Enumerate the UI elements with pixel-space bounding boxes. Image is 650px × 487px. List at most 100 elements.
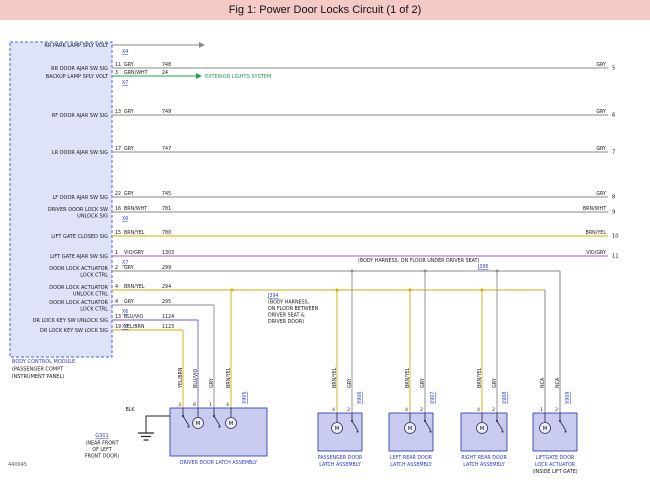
circuit-number: 295	[162, 299, 171, 305]
drop-color-label: GRY	[209, 378, 215, 388]
rf-door-ajar-sw-sig-label: RF DOOR AJAR SW SIG	[52, 113, 108, 119]
lf-door-ajar-sw-sig-label: LF DOOR AJAR SW SIG	[52, 195, 108, 201]
wire-color-label: GRY	[124, 299, 134, 305]
pin-label: 2	[347, 407, 350, 413]
body-control-module-label[interactable]: BODY CONTROL MODULE	[12, 359, 75, 365]
connector-link[interactable]: X906	[357, 392, 363, 404]
right-rear-door-latch-assembly-label[interactable]: LATCH ASSEMBLY	[463, 462, 505, 468]
wire-color-label: YEL/BRN	[123, 324, 145, 330]
wire-continuation-ref: 11	[612, 254, 619, 260]
ground-wire-color-label: BLK	[125, 407, 135, 413]
wire-color-label: BLU/VIO	[124, 314, 144, 320]
motor-symbol: M	[229, 421, 234, 427]
motor-symbol: M	[543, 426, 548, 432]
driver-door-lock-sw-unlock-sig-label: DRIVER DOOR LOCK SW	[48, 207, 108, 213]
switch-contact-dot	[564, 430, 566, 432]
left-rear-door-latch-assembly-label[interactable]: LEFT REAR DOOR	[390, 455, 433, 461]
wire-color-label-right: VIO/GRY	[586, 250, 606, 256]
pin-label: 19	[115, 324, 121, 330]
wire-color-label-right: GRY	[596, 191, 606, 197]
passenger-door-latch-assembly-label[interactable]: PASSENGER DOOR	[318, 455, 363, 461]
pin-label: 15	[115, 230, 121, 236]
driver-door-latch-assembly-box	[170, 408, 267, 456]
switch-contact-dot	[429, 430, 431, 432]
wire-color-label-right: BRN/YEL	[586, 230, 607, 236]
connector-link[interactable]: X908	[502, 392, 508, 404]
pin-label: 13	[115, 314, 121, 320]
connector-link[interactable]: X909	[565, 392, 571, 404]
connector-link[interactable]: X4	[122, 49, 128, 55]
j394-harness-note: DRIVER SEAT &	[268, 313, 305, 319]
circuit-number: 1303	[162, 250, 174, 256]
pin-label: 6	[193, 402, 196, 408]
ground-link-g301[interactable]: G301	[95, 433, 108, 439]
j395-harness-note: (BODY HARNESS, ON FLOOR UNDER DRIVER SEA…	[358, 258, 479, 264]
wire-continuation-ref: 9	[612, 210, 615, 216]
door-lock-actuator-lock-ctrl-2-label: LOCK CTRL	[80, 306, 108, 312]
circuit-number: 294	[162, 284, 171, 290]
pin-label: 3	[178, 402, 181, 408]
wire-color-label: GRY	[124, 109, 134, 115]
pin-label: 4	[332, 407, 335, 413]
rr-door-ajar-sw-sig-label: RR DOOR AJAR SW SIG	[51, 66, 108, 72]
wiring-diagram-page: Fig 1: Power Door Locks Circuit (1 of 2)…	[0, 0, 650, 487]
wire-color-label: BRN/WHT	[124, 206, 147, 212]
liftgate-door-lock-actuator-box	[533, 413, 577, 451]
splice-link-j394[interactable]: J394	[267, 293, 279, 299]
pin-label: 4	[477, 407, 480, 413]
passenger-door-latch-assembly-label[interactable]: LATCH ASSEMBLY	[319, 462, 361, 468]
circuit-number: 748	[162, 62, 171, 68]
pin-label: 2	[492, 407, 495, 413]
pin-label: 2	[115, 265, 118, 271]
connector-link[interactable]: X907	[430, 392, 436, 404]
wire-color-label-right: GRY	[596, 62, 606, 68]
wire-continuation-ref: 7	[612, 150, 615, 156]
wire-color-label: GRY	[124, 146, 134, 152]
connector-link[interactable]: X6	[122, 216, 128, 222]
pin-label: 2	[555, 407, 558, 413]
circuit-number: 780	[162, 230, 171, 236]
lr-door-ajar-sw-sig-label: LR DOOR AJAR SW SIG	[52, 150, 108, 156]
right-rear-door-latch-assembly-label[interactable]: RIGHT REAR DOOR	[461, 455, 507, 461]
pin-label: 11	[115, 62, 121, 68]
pin-label: 16	[115, 206, 121, 212]
liftgate-door-lock-actuator-label[interactable]: LOCK ACTUATOR	[535, 462, 576, 468]
door-lock-actuator-lock-ctrl-2-label: DOOR LOCK ACTUATOR	[49, 300, 108, 306]
pin-label: 3	[115, 70, 118, 76]
circuit-number: 1124	[162, 314, 174, 320]
splice-link-j395[interactable]: J395	[477, 264, 489, 270]
lift-gate-ajar-sw-sig-label: LIFT GATE AJAR SW SIG	[50, 254, 108, 260]
liftgate-door-lock-actuator-label[interactable]: LIFTGATE DOOR	[536, 455, 575, 461]
switch-contact-dot	[356, 430, 358, 432]
figure-code: 440045	[8, 462, 27, 468]
pin-label: 4	[226, 402, 229, 408]
ground-location: (NEAR FRONT	[85, 441, 118, 447]
wire-continuation-ref: 5	[612, 66, 615, 72]
driver-door-latch-assembly-label[interactable]: DRIVER DOOR LATCH ASSEMBLY	[180, 460, 257, 466]
pin-label: 1	[540, 407, 543, 413]
exterior-lights-system-link[interactable]: EXTERIOR LIGHTS SYSTEM	[205, 74, 271, 80]
circuit-number: 299	[162, 265, 171, 271]
pin-label: 1	[115, 250, 118, 256]
wire-color-label-right: BRN/WHT	[583, 206, 606, 212]
ground-wire	[146, 416, 170, 433]
driver-door-lock-sw-unlock-sig-label: UNLOCK SIG	[77, 213, 108, 219]
ground-location: OF LEFT	[92, 447, 111, 453]
rr-park-lamp-sply-volt-label: RR PARK LAMP SPLY VOLT	[44, 43, 109, 49]
drop-color-label: BRN/YEL	[405, 367, 411, 388]
wire-color-label: BRN/YEL	[124, 284, 145, 290]
backup-lamp-sply-volt-arrow-icon	[196, 73, 202, 79]
drop-color-label: BRN/YEL	[477, 367, 483, 388]
left-rear-door-latch-assembly-label[interactable]: LATCH ASSEMBLY	[390, 462, 432, 468]
j394-harness-note: DRIVER DOOR)	[268, 319, 304, 325]
connector-link[interactable]: X905	[242, 392, 248, 404]
switch-contact-dot	[187, 425, 189, 427]
circuit-number: 24	[162, 70, 168, 76]
lift-gate-closed-sig-label: LIFT GATE CLOSED SIG	[51, 234, 108, 240]
power-door-locks-circuit-diagram: RR PARK LAMP SPLY VOLT X4 RR DOOR AJAR SW …	[0, 20, 650, 487]
connector-link[interactable]: X7	[122, 80, 128, 86]
drop-color-label: YEL/BRN	[178, 367, 184, 389]
switch-contact-dot	[218, 425, 220, 427]
drop-color-label: NCA	[555, 377, 561, 388]
motor-symbol: M	[335, 426, 340, 432]
